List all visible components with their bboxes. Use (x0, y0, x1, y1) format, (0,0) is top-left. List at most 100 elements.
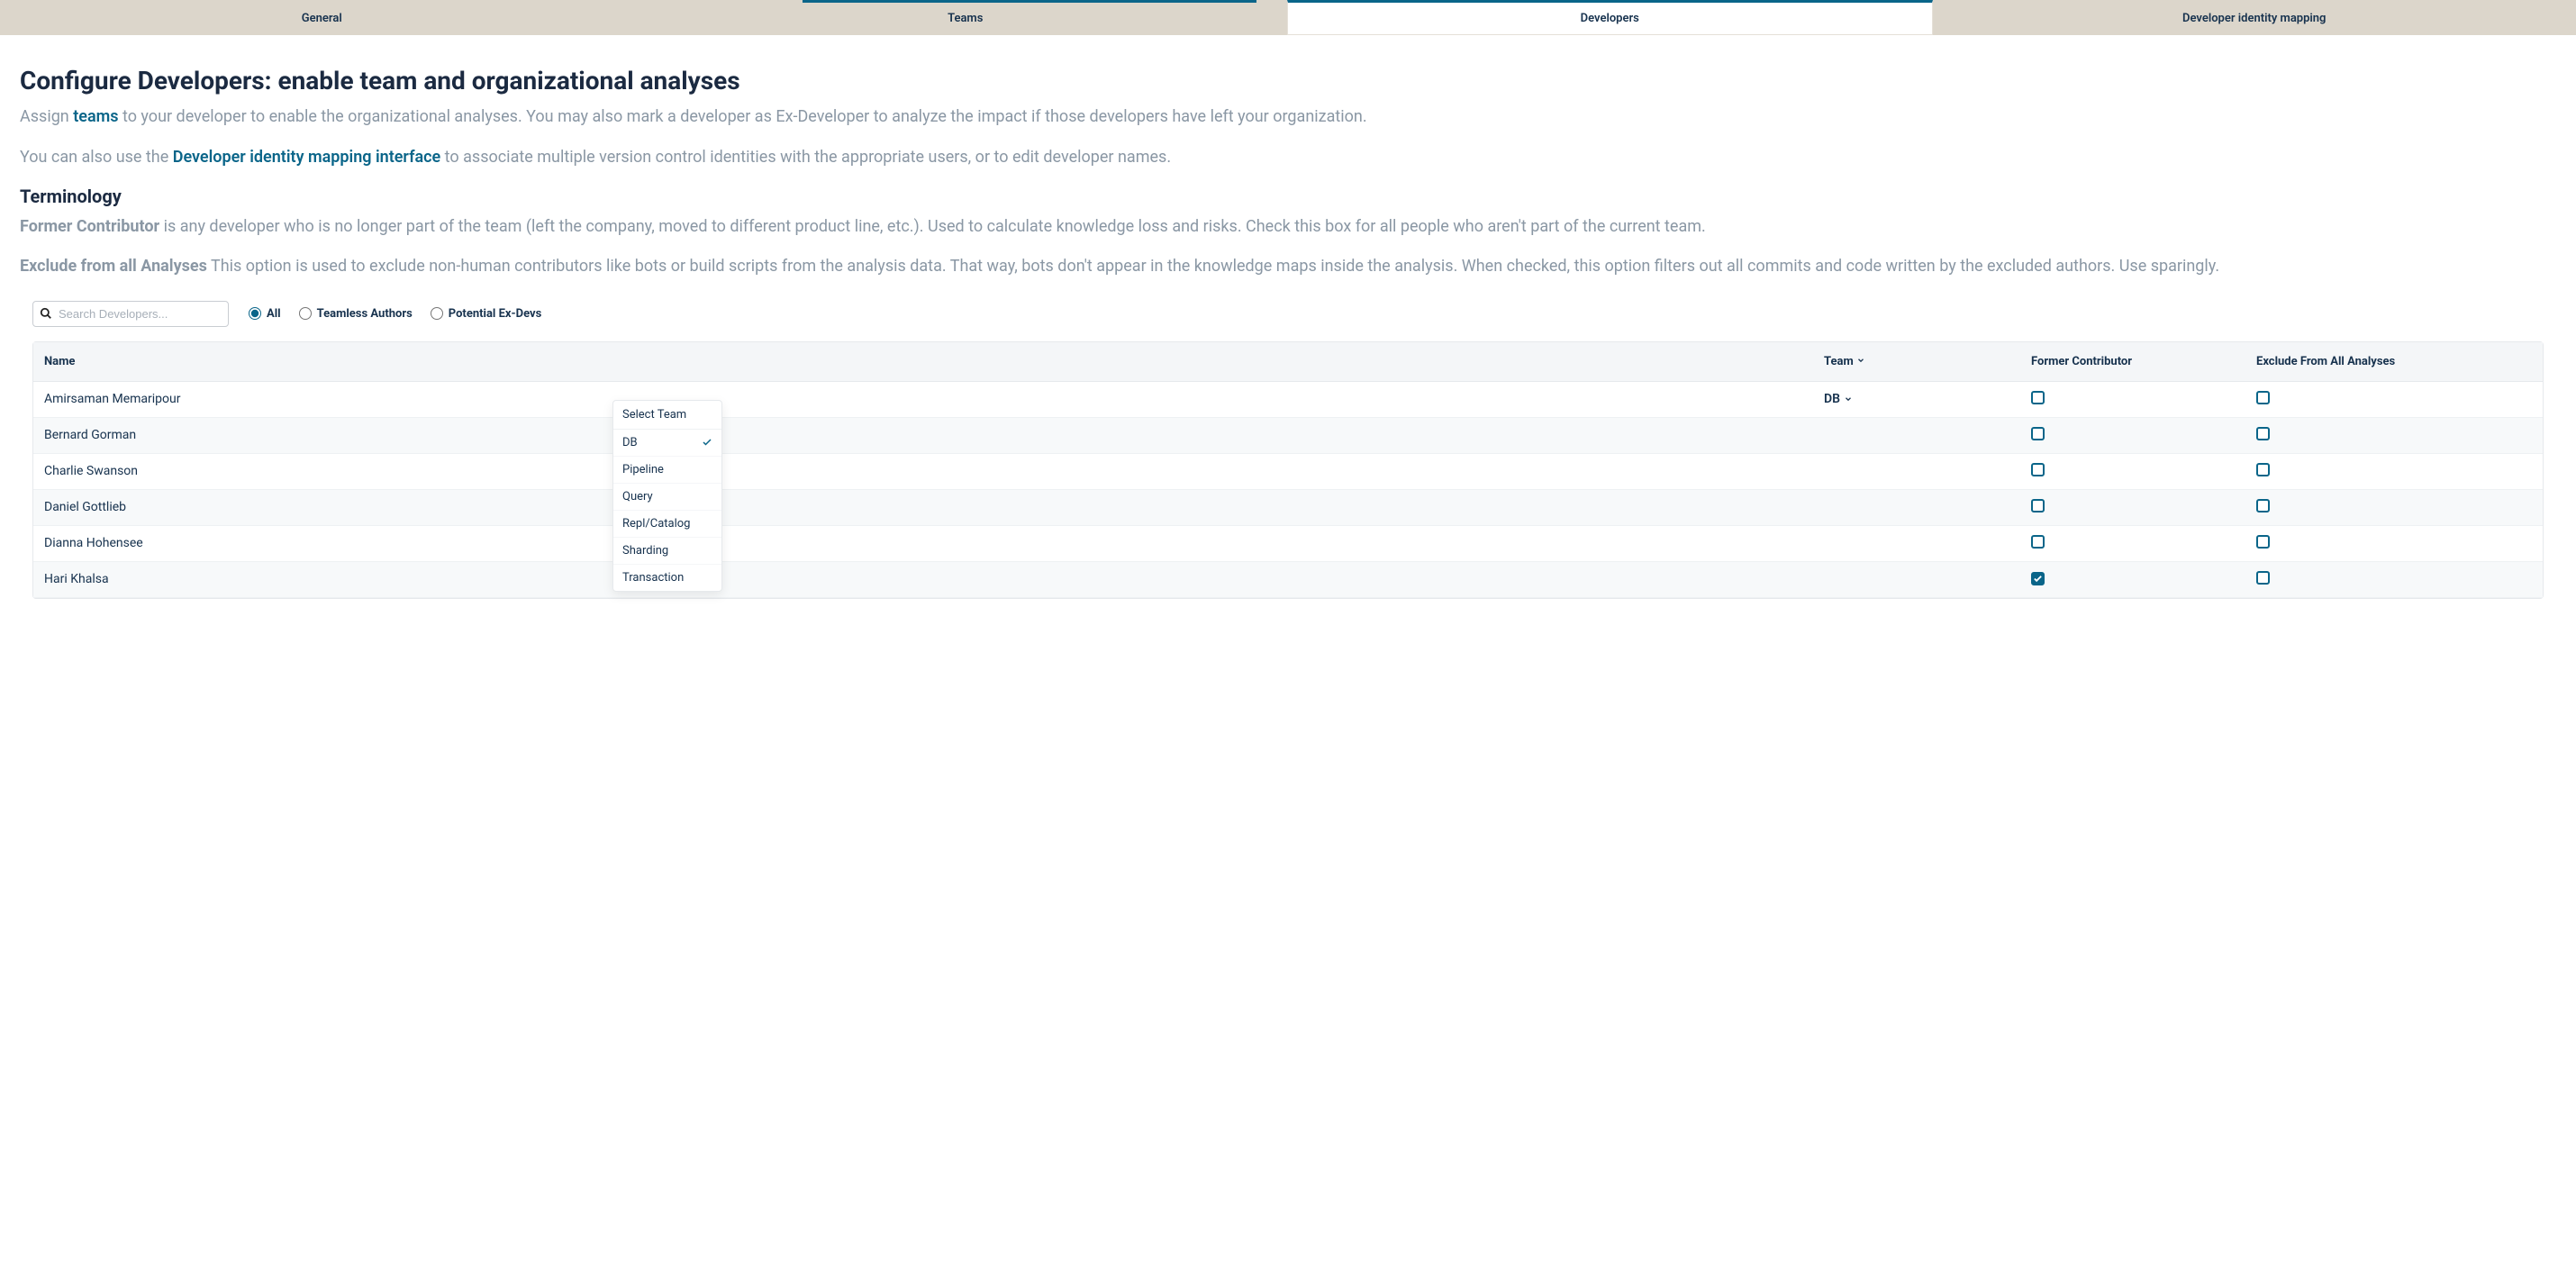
team-dropdown-item[interactable]: Pipeline (613, 457, 721, 484)
cell-former (2020, 381, 2245, 417)
col-team-label: Team (1824, 355, 1854, 368)
term-exclude-text: This option is used to exclude non-human… (207, 257, 2219, 276)
exclude-analyses-checkbox[interactable] (2256, 499, 2270, 513)
search-wrap (32, 301, 229, 327)
filter-exdevs-radio[interactable] (431, 307, 443, 320)
exclude-analyses-checkbox[interactable] (2256, 427, 2270, 440)
table-row: Dianna Hohensee (33, 525, 2543, 561)
cell-exclude (2245, 561, 2543, 597)
former-contributor-checkbox[interactable] (2031, 463, 2045, 476)
tabs-bar: General Teams Developers Developer ident… (0, 0, 2576, 35)
filter-teamless[interactable]: Teamless Authors (299, 307, 413, 321)
team-dropdown-item[interactable]: Sharding (613, 538, 721, 565)
cell-name: Daniel Gottlieb (33, 489, 1813, 525)
filter-all-radio[interactable] (249, 307, 261, 320)
developers-table-wrap: Name Team Former Contributor Exclude Fro… (32, 341, 2544, 599)
cell-name: Bernard Gorman (33, 417, 1813, 453)
intro2-post: to associate multiple version control id… (440, 148, 1171, 167)
filter-all[interactable]: All (249, 307, 281, 321)
filter-exdevs[interactable]: Potential Ex-Devs (431, 307, 542, 321)
intro1-pre: Assign (20, 107, 73, 126)
former-contributor-checkbox[interactable] (2031, 499, 2045, 513)
table-row: Bernard Gorman (33, 417, 2543, 453)
former-contributor-checkbox[interactable] (2031, 427, 2045, 440)
term-former-label: Former Contributor (20, 217, 159, 236)
tab-teams[interactable]: Teams (644, 3, 1288, 35)
team-select[interactable]: DB (1824, 392, 1853, 406)
col-team-header[interactable]: Team (1813, 342, 2020, 382)
filter-teamless-label: Teamless Authors (317, 307, 413, 321)
filter-teamless-radio[interactable] (299, 307, 312, 320)
terminology-heading: Terminology (20, 186, 2556, 207)
team-dropdown[interactable]: Select Team DBPipelineQueryRepl/CatalogS… (612, 400, 722, 592)
team-dropdown-item[interactable]: Transaction (613, 565, 721, 591)
filter-all-label: All (267, 307, 281, 321)
cell-exclude (2245, 525, 2543, 561)
tab-general[interactable]: General (0, 3, 644, 35)
search-icon (40, 307, 52, 320)
term-former-text: is any developer who is no longer part o… (159, 217, 1706, 236)
intro1-post: to your developer to enable the organiza… (119, 107, 1367, 126)
former-contributor-checkbox[interactable] (2031, 535, 2045, 549)
term-former-contributor: Former Contributor is any developer who … (20, 214, 2556, 240)
former-contributor-checkbox[interactable] (2031, 572, 2045, 585)
term-exclude-label: Exclude from all Analyses (20, 257, 207, 276)
cell-name: Amirsaman Memaripour (33, 381, 1813, 417)
col-former-header[interactable]: Former Contributor (2020, 342, 2245, 382)
tab-developer-identity-mapping[interactable]: Developer identity mapping (1933, 3, 2576, 35)
table-row: Charlie Swanson (33, 453, 2543, 489)
cell-exclude (2245, 417, 2543, 453)
exclude-analyses-checkbox[interactable] (2256, 571, 2270, 585)
cell-exclude (2245, 381, 2543, 417)
cell-exclude (2245, 489, 2543, 525)
tab-developers[interactable]: Developers (1287, 0, 1933, 35)
former-contributor-checkbox[interactable] (2031, 391, 2045, 404)
teams-link[interactable]: teams (73, 107, 118, 126)
exclude-analyses-checkbox[interactable] (2256, 463, 2270, 476)
cell-former (2020, 525, 2245, 561)
cell-team (1813, 525, 2020, 561)
filter-radios: All Teamless Authors Potential Ex-Devs (249, 307, 541, 321)
dropdown-item-label: Repl/Catalog (622, 517, 690, 531)
page-content: Configure Developers: enable team and or… (0, 35, 2576, 599)
dropdown-item-label: Pipeline (622, 463, 664, 476)
exclude-analyses-checkbox[interactable] (2256, 391, 2270, 404)
col-name-header[interactable]: Name (33, 342, 1813, 382)
cell-former (2020, 453, 2245, 489)
filter-exdevs-label: Potential Ex-Devs (449, 307, 542, 321)
intro-paragraph-1: Assign teams to your developer to enable… (20, 104, 2556, 129)
table-row: Daniel Gottlieb (33, 489, 2543, 525)
dropdown-item-label: DB (622, 436, 638, 449)
filter-row: All Teamless Authors Potential Ex-Devs (20, 294, 2556, 334)
intro-paragraph-2: You can also use the Developer identity … (20, 145, 2556, 169)
cell-team (1813, 453, 2020, 489)
col-exclude-header[interactable]: Exclude From All Analyses (2245, 342, 2543, 382)
cell-name: Charlie Swanson (33, 453, 1813, 489)
search-input[interactable] (32, 301, 229, 327)
team-dropdown-item[interactable]: DB (613, 430, 721, 457)
team-dropdown-item[interactable]: Repl/Catalog (613, 511, 721, 538)
cell-team (1813, 561, 2020, 597)
dropdown-item-label: Sharding (622, 544, 668, 558)
cell-former (2020, 561, 2245, 597)
chevron-down-icon (1844, 395, 1853, 404)
cell-name: Hari Khalsa (33, 561, 1813, 597)
cell-team (1813, 417, 2020, 453)
term-exclude-analyses: Exclude from all Analyses This option is… (20, 254, 2556, 279)
exclude-analyses-checkbox[interactable] (2256, 535, 2270, 549)
table-row: Hari Khalsa (33, 561, 2543, 597)
cell-team (1813, 489, 2020, 525)
dropdown-item-label: Transaction (622, 571, 684, 585)
team-dropdown-item[interactable]: Query (613, 484, 721, 511)
dropdown-item-label: Query (622, 490, 653, 503)
cell-exclude (2245, 453, 2543, 489)
cell-name: Dianna Hohensee (33, 525, 1813, 561)
cell-former (2020, 489, 2245, 525)
table-row: Amirsaman Memaripour DB (33, 381, 2543, 417)
chevron-down-icon (1856, 356, 1865, 365)
cell-team: DB (1813, 381, 2020, 417)
page-title: Configure Developers: enable team and or… (20, 66, 2556, 95)
developers-table: Name Team Former Contributor Exclude Fro… (33, 342, 2543, 598)
cell-former (2020, 417, 2245, 453)
developer-identity-mapping-link[interactable]: Developer identity mapping interface (173, 148, 440, 167)
